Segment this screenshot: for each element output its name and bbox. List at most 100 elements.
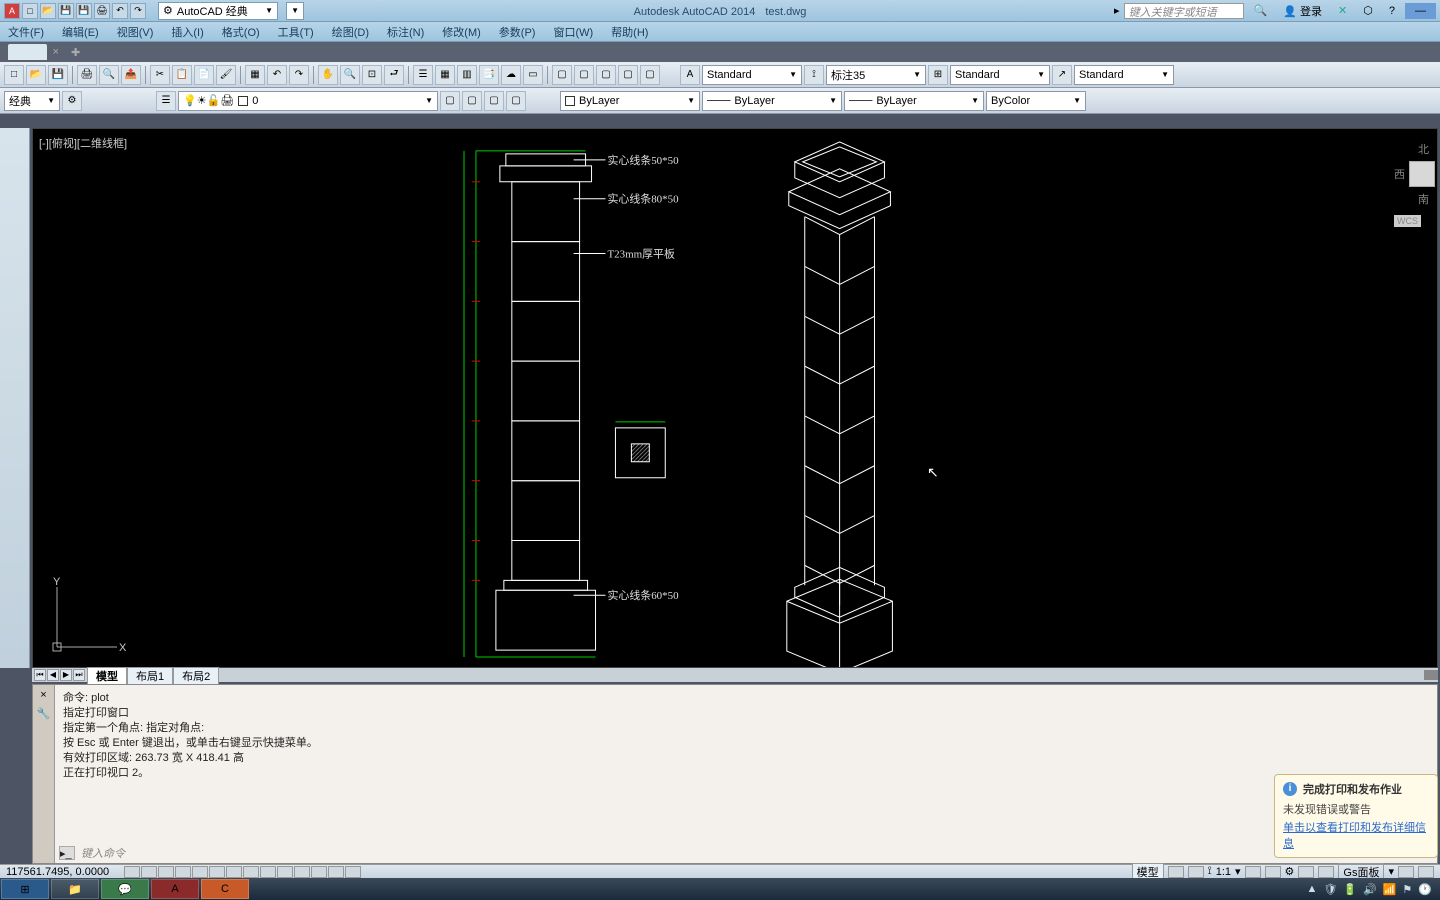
- app-menu-button[interactable]: A: [4, 3, 20, 19]
- panel-menu-icon[interactable]: ▾: [1388, 865, 1394, 878]
- dcenter-icon[interactable]: ▦: [435, 65, 455, 85]
- qat-save-icon[interactable]: 💾: [58, 3, 74, 19]
- menu-view[interactable]: 视图(V): [117, 24, 154, 40]
- table-style-combo[interactable]: Standard▼: [950, 65, 1050, 85]
- open-icon[interactable]: 📂: [26, 65, 46, 85]
- quickview-drawings-icon[interactable]: [1188, 866, 1204, 878]
- tray-icon[interactable]: ▲: [1306, 883, 1317, 896]
- wrench-icon[interactable]: 🔧: [37, 707, 51, 720]
- hardware-accel-icon[interactable]: [1318, 866, 1334, 878]
- tab-layout1[interactable]: 布局1: [127, 667, 173, 684]
- tpy-toggle[interactable]: [294, 866, 310, 878]
- qat-print-icon[interactable]: 🖨: [94, 3, 110, 19]
- annoscale-icon[interactable]: ⟟: [1208, 865, 1212, 878]
- task-wechat[interactable]: 💬: [101, 879, 149, 899]
- layout-scroll-thumb[interactable]: [1424, 670, 1438, 680]
- command-handle[interactable]: × 🔧: [33, 685, 55, 863]
- otrack-toggle[interactable]: [226, 866, 242, 878]
- menu-draw[interactable]: 绘图(D): [332, 24, 369, 40]
- tray-icon[interactable]: 🛡: [1323, 883, 1337, 896]
- start-button[interactable]: ⊞: [1, 879, 49, 899]
- tab-model[interactable]: 模型: [87, 667, 127, 684]
- zoom-rt-icon[interactable]: 🔍: [340, 65, 360, 85]
- layer-iso-icon[interactable]: ▢: [440, 91, 460, 111]
- coords-readout[interactable]: 117561.7495, 0.0000: [6, 866, 116, 878]
- mleaderstyle-icon[interactable]: ↗: [1052, 65, 1072, 85]
- ortho-toggle[interactable]: [158, 866, 174, 878]
- sc-toggle[interactable]: [328, 866, 344, 878]
- zoom-prev-icon[interactable]: ⮐: [384, 65, 404, 85]
- new-icon[interactable]: □: [4, 65, 24, 85]
- menu-insert[interactable]: 插入(I): [171, 24, 203, 40]
- file-tab-new-icon[interactable]: ✚: [71, 46, 80, 59]
- cleanscreen-icon[interactable]: [1418, 866, 1434, 878]
- tb-m5-icon[interactable]: ▢: [640, 65, 660, 85]
- pan-icon[interactable]: ✋: [318, 65, 338, 85]
- menu-dimension[interactable]: 标注(N): [387, 24, 424, 40]
- layer-prev-icon[interactable]: ▢: [462, 91, 482, 111]
- text-style-combo[interactable]: Standard▼: [702, 65, 802, 85]
- workspace2-combo[interactable]: 经典▼: [4, 91, 60, 111]
- minimize-button[interactable]: —: [1405, 3, 1436, 19]
- left-palette[interactable]: [0, 128, 30, 668]
- menu-modify[interactable]: 修改(M): [442, 24, 481, 40]
- menu-help[interactable]: 帮助(H): [611, 24, 648, 40]
- block-icon[interactable]: ▦: [245, 65, 265, 85]
- tb-m2-icon[interactable]: ▢: [574, 65, 594, 85]
- tray-icon[interactable]: 🕐: [1418, 883, 1432, 896]
- close-icon[interactable]: ×: [40, 689, 46, 701]
- qp-toggle[interactable]: [311, 866, 327, 878]
- tray-icon[interactable]: 🔊: [1363, 883, 1377, 896]
- search-input[interactable]: 键入关键字或短语: [1124, 3, 1244, 19]
- copy-icon[interactable]: 📋: [172, 65, 192, 85]
- ducs-toggle[interactable]: [243, 866, 259, 878]
- tb-m4-icon[interactable]: ▢: [618, 65, 638, 85]
- print-icon[interactable]: 🖨: [77, 65, 97, 85]
- menu-format[interactable]: 格式(O): [222, 24, 260, 40]
- layer-match-icon[interactable]: ▢: [484, 91, 504, 111]
- preview-icon[interactable]: 🔍: [99, 65, 119, 85]
- osnap-toggle[interactable]: [192, 866, 208, 878]
- menu-edit[interactable]: 编辑(E): [62, 24, 99, 40]
- annoscale-menu-icon[interactable]: ▾: [1235, 865, 1241, 878]
- zoom-win-icon[interactable]: ⊡: [362, 65, 382, 85]
- undo-icon[interactable]: ↶: [267, 65, 287, 85]
- layer-props-icon[interactable]: ☰: [156, 91, 176, 111]
- quickview-layouts-icon[interactable]: [1168, 866, 1184, 878]
- layout-first-icon[interactable]: ⏮: [34, 669, 46, 681]
- file-tab-close-icon[interactable]: ×: [53, 46, 59, 58]
- layout-next-icon[interactable]: ▶: [60, 669, 72, 681]
- menu-file[interactable]: 文件(F): [8, 24, 44, 40]
- menu-window[interactable]: 窗口(W): [553, 24, 593, 40]
- textstyle-icon[interactable]: A: [680, 65, 700, 85]
- task-camtasia[interactable]: C: [201, 879, 249, 899]
- file-tab-active[interactable]: [8, 44, 47, 60]
- grid-toggle[interactable]: [141, 866, 157, 878]
- calc-icon[interactable]: ▭: [523, 65, 543, 85]
- exchange-icon[interactable]: ✕: [1332, 4, 1353, 17]
- am-toggle[interactable]: [345, 866, 361, 878]
- osnap3d-toggle[interactable]: [209, 866, 225, 878]
- dimstyle-icon[interactable]: ⟟: [804, 65, 824, 85]
- menu-parametric[interactable]: 参数(P): [499, 24, 536, 40]
- tray-icon[interactable]: 🔋: [1343, 883, 1357, 896]
- publish-icon[interactable]: 📤: [121, 65, 141, 85]
- matchprop-icon[interactable]: 🖌: [216, 65, 236, 85]
- toolpalette-icon[interactable]: ▥: [457, 65, 477, 85]
- cut-icon[interactable]: ✂: [150, 65, 170, 85]
- qat-redo-icon[interactable]: ↷: [130, 3, 146, 19]
- mleader-style-combo[interactable]: Standard▼: [1074, 65, 1174, 85]
- layer-state-icon[interactable]: ▢: [506, 91, 526, 111]
- lock-ui-icon[interactable]: [1298, 866, 1314, 878]
- menu-tools[interactable]: 工具(T): [278, 24, 314, 40]
- notify-link[interactable]: 单击以查看打印和发布详细信息: [1283, 819, 1429, 851]
- paste-icon[interactable]: 📄: [194, 65, 214, 85]
- properties-icon[interactable]: ☰: [413, 65, 433, 85]
- stayconnected-icon[interactable]: ⬡: [1357, 4, 1379, 17]
- tb-m3-icon[interactable]: ▢: [596, 65, 616, 85]
- workspace-menu-button[interactable]: ▼: [286, 2, 304, 20]
- dyn-toggle[interactable]: [260, 866, 276, 878]
- lineweight-combo[interactable]: ───ByLayer▼: [844, 91, 984, 111]
- layout-prev-icon[interactable]: ◀: [47, 669, 59, 681]
- tray-icon[interactable]: 📶: [1383, 883, 1397, 896]
